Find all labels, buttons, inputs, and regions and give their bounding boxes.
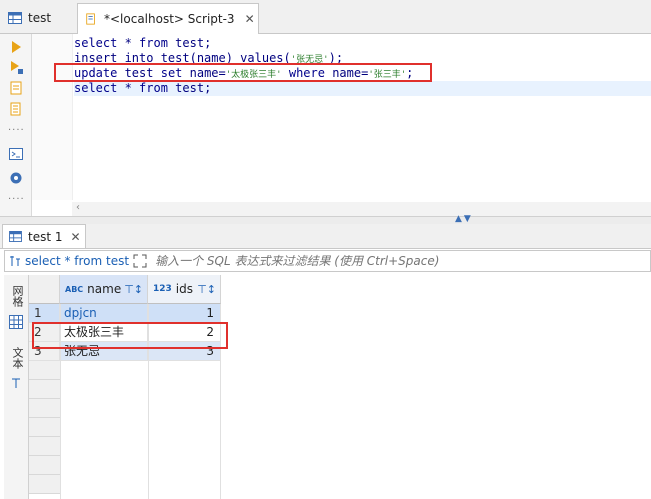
text-view-icon[interactable] — [10, 377, 22, 389]
column-title: name — [87, 282, 122, 296]
table-cell[interactable]: dpjcn — [60, 304, 148, 323]
filter-expression-input[interactable] — [153, 253, 618, 269]
empty-row-number — [29, 475, 60, 494]
row-number-header — [29, 275, 60, 304]
sql-editor[interactable]: select * from test; insert into test(nam… — [32, 34, 651, 220]
table-icon — [8, 12, 22, 24]
execute-script-icon[interactable] — [9, 60, 23, 74]
separator-dots: ···· — [8, 194, 25, 205]
column-header-ids[interactable]: 123 ids ⊤↕ — [148, 275, 221, 304]
grid-view-icon[interactable] — [9, 315, 23, 329]
result-filter-bar: select * from test — [4, 250, 651, 272]
grid-view-label[interactable]: 网格 — [9, 285, 25, 307]
empty-row-number — [29, 380, 60, 399]
editor-tab-bar: test *<localhost> Script-3 ✕ — [0, 0, 651, 34]
empty-row-number — [29, 399, 60, 418]
query-filter-icon — [10, 256, 20, 266]
tab-test-table[interactable]: test — [0, 4, 82, 32]
close-icon[interactable]: ✕ — [71, 230, 81, 244]
tab-label: test — [28, 11, 52, 25]
tab-label: *<localhost> Script-3 — [104, 12, 235, 26]
tab-result-test-1[interactable]: test 1 ✕ — [2, 224, 86, 248]
empty-row-number — [29, 456, 60, 475]
separator-dots: ···· — [8, 125, 25, 136]
highlight-box-updated-row — [32, 322, 228, 349]
collapse-arrows-icon[interactable]: ▲▼ — [455, 214, 473, 224]
execute-icon[interactable] — [9, 40, 23, 54]
script-icon — [86, 13, 95, 25]
line-gutter — [32, 34, 73, 200]
results-tab-bar: test 1 ✕ — [0, 224, 651, 249]
column-title: ids — [175, 282, 193, 296]
tab-label: test 1 — [28, 229, 63, 244]
editor-horizontal-scrollbar[interactable]: ‹ — [72, 202, 651, 216]
table-icon — [9, 231, 22, 242]
empty-row-number — [29, 418, 60, 437]
column-filter-sort-icon[interactable]: ⊤↕ — [197, 283, 216, 296]
export-icon[interactable] — [9, 102, 23, 116]
editor-left-toolbar: ···· ···· — [0, 34, 32, 220]
row-number[interactable]: 1 — [29, 304, 60, 323]
empty-row-number — [29, 361, 60, 380]
column-header-name[interactable]: ABC name ⊤↕ — [60, 275, 148, 304]
number-type-icon: 123 — [153, 284, 172, 294]
empty-row-number — [29, 437, 60, 456]
text-type-icon: ABC — [65, 284, 84, 294]
column-filter-sort-icon[interactable]: ⊤↕ — [124, 283, 143, 296]
sql-line[interactable]: select * from test; — [74, 36, 211, 51]
highlight-box-update-statement — [54, 63, 432, 82]
terminal-icon[interactable] — [9, 147, 23, 161]
result-view-switcher: 网格 文本 — [4, 275, 29, 499]
settings-icon[interactable] — [9, 171, 23, 185]
expand-icon[interactable] — [133, 254, 147, 268]
query-text[interactable]: select * from test — [21, 254, 133, 268]
result-data-grid: ABC name ⊤↕ 123 ids ⊤↕ 1 dpjcn 1 2 太极张三丰… — [29, 275, 651, 499]
explain-icon[interactable] — [9, 81, 23, 95]
tab-script-3[interactable]: *<localhost> Script-3 ✕ — [77, 3, 259, 34]
scroll-left-icon[interactable]: ‹ — [76, 202, 80, 213]
table-cell[interactable]: 1 — [148, 304, 221, 323]
sql-line-current[interactable]: select * from test; — [74, 81, 651, 96]
text-view-label[interactable]: 文本 — [9, 347, 25, 369]
close-icon[interactable]: ✕ — [245, 12, 255, 26]
